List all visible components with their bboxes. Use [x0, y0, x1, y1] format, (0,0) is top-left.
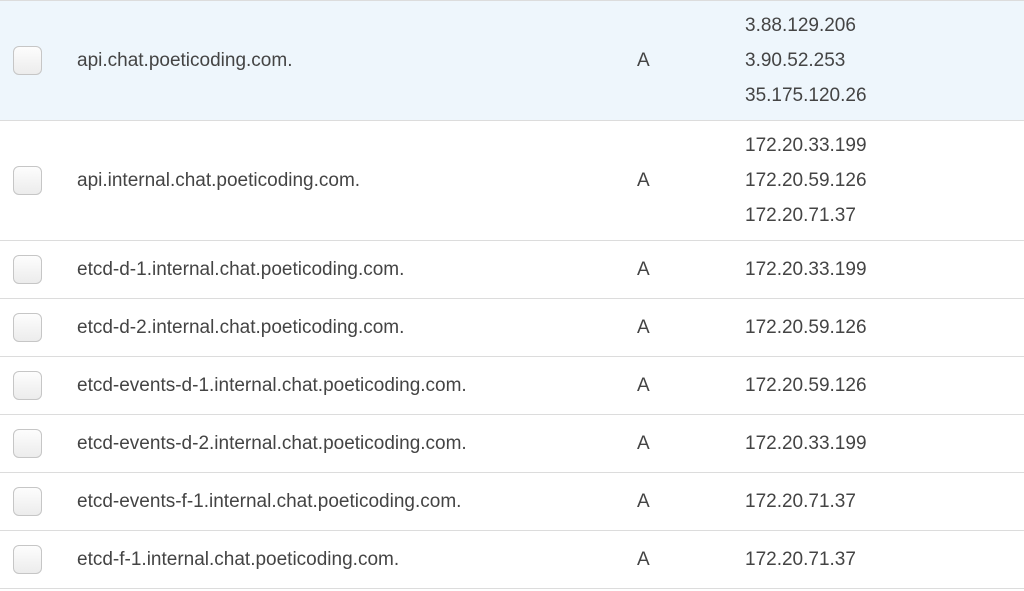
record-name: api.internal.chat.poeticoding.com.	[77, 169, 361, 191]
row-checkbox[interactable]	[13, 312, 42, 342]
record-type: A	[637, 374, 650, 396]
record-value: 172.20.71.37	[745, 490, 856, 512]
row-checkbox[interactable]	[13, 254, 42, 284]
record-value: 3.90.52.253	[745, 49, 846, 71]
record-value: 172.20.59.126	[745, 316, 867, 338]
table-row[interactable]: etcd-f-1.internal.chat.poeticoding.com. …	[0, 531, 1024, 589]
record-type: A	[637, 169, 650, 191]
table-row[interactable]: etcd-events-f-1.internal.chat.poeticodin…	[0, 473, 1024, 531]
record-value: 172.20.33.199	[745, 134, 867, 156]
record-values: 3.88.129.206 3.90.52.253 35.175.120.26	[745, 15, 867, 107]
row-checkbox[interactable]	[13, 428, 42, 458]
record-values: 172.20.59.126	[745, 317, 867, 339]
record-value: 172.20.59.126	[745, 374, 867, 396]
table-row[interactable]: etcd-d-1.internal.chat.poeticoding.com. …	[0, 241, 1024, 299]
record-values: 172.20.33.199 172.20.59.126 172.20.71.37	[745, 135, 867, 227]
record-value: 3.88.129.206	[745, 14, 856, 36]
row-checkbox[interactable]	[13, 45, 42, 75]
record-values: 172.20.59.126	[745, 375, 867, 397]
row-checkbox[interactable]	[13, 165, 42, 195]
record-values: 172.20.33.199	[745, 259, 867, 281]
record-type: A	[637, 49, 650, 71]
dns-records-table: api.chat.poeticoding.com. A 3.88.129.206…	[0, 0, 1024, 591]
record-values: 172.20.33.199	[745, 433, 867, 455]
record-name: etcd-events-f-1.internal.chat.poeticodin…	[77, 490, 462, 512]
record-type: A	[637, 548, 650, 570]
table-row[interactable]: etcd-d-2.internal.chat.poeticoding.com. …	[0, 299, 1024, 357]
record-type: A	[637, 316, 650, 338]
record-name: etcd-d-2.internal.chat.poeticoding.com.	[77, 316, 405, 338]
row-checkbox[interactable]	[13, 370, 42, 400]
row-checkbox[interactable]	[13, 544, 42, 574]
record-name: etcd-events-d-2.internal.chat.poeticodin…	[77, 432, 467, 454]
record-type: A	[637, 490, 650, 512]
record-value: 35.175.120.26	[745, 84, 867, 106]
record-value: 172.20.33.199	[745, 432, 867, 454]
record-type: A	[637, 432, 650, 454]
record-name: etcd-events-d-1.internal.chat.poeticodin…	[77, 374, 467, 396]
table-row[interactable]: etcd-events-d-2.internal.chat.poeticodin…	[0, 415, 1024, 473]
table-row[interactable]: api.chat.poeticoding.com. A 3.88.129.206…	[0, 1, 1024, 121]
record-value: 172.20.71.37	[745, 204, 856, 226]
table-row[interactable]: api.internal.chat.poeticoding.com. A 172…	[0, 121, 1024, 241]
record-name: etcd-d-1.internal.chat.poeticoding.com.	[77, 258, 405, 280]
record-name: api.chat.poeticoding.com.	[77, 49, 293, 71]
record-type: A	[637, 258, 650, 280]
record-name: etcd-f-1.internal.chat.poeticoding.com.	[77, 548, 400, 570]
record-value: 172.20.71.37	[745, 548, 856, 570]
record-values: 172.20.71.37	[745, 549, 856, 571]
table-row[interactable]: etcd-events-d-1.internal.chat.poeticodin…	[0, 357, 1024, 415]
record-value: 172.20.59.126	[745, 169, 867, 191]
record-value: 172.20.33.199	[745, 258, 867, 280]
record-values: 172.20.71.37	[745, 491, 856, 513]
row-checkbox[interactable]	[13, 486, 42, 516]
